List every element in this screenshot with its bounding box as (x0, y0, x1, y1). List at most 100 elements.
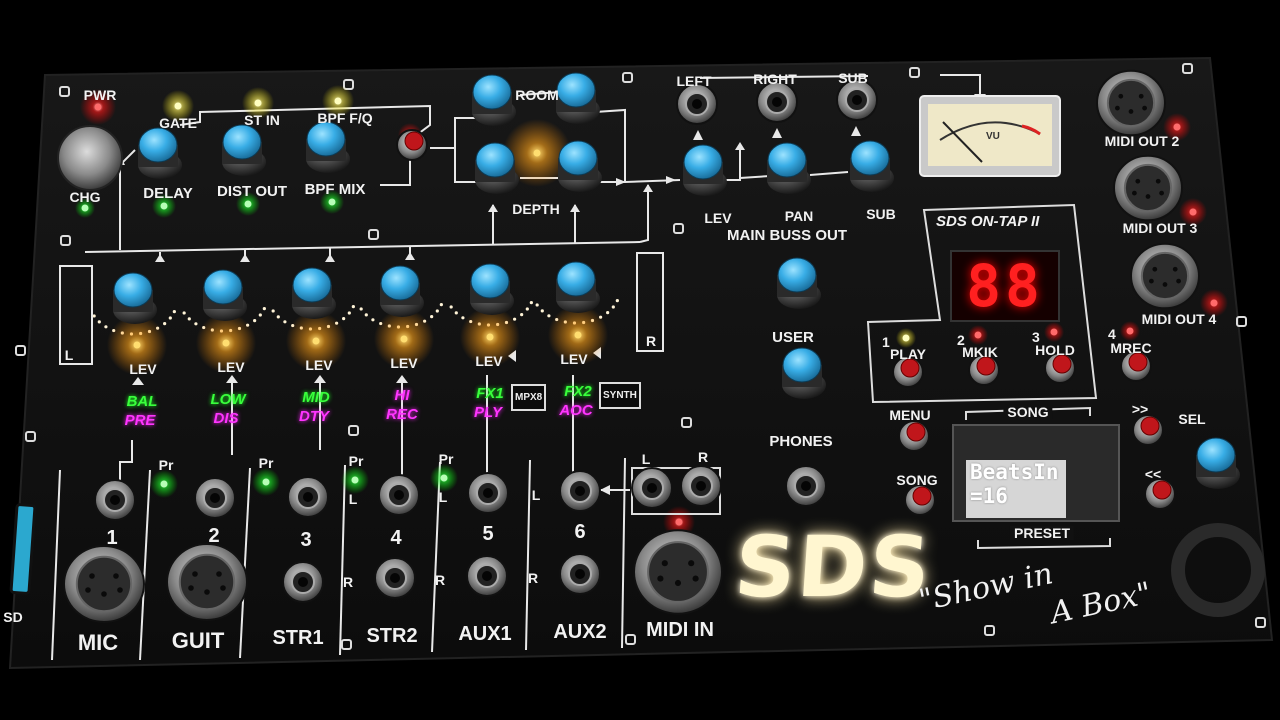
lcd-line-2: =16 (970, 484, 1008, 508)
main-buss-out-label: MAIN BUSS OUT (727, 227, 847, 244)
bpf-mix-label: BPF MIX (304, 181, 366, 198)
led-26 (968, 325, 988, 345)
button-bpf-toggle[interactable] (396, 129, 428, 161)
jack-sub-out[interactable] (836, 79, 878, 121)
main-pan-label: PAN (784, 208, 814, 224)
aux1-label: AUX1 (458, 623, 512, 645)
button-rew[interactable] (1144, 478, 1176, 510)
midi-out-4-label: MIDI OUT 4 (1141, 311, 1217, 327)
seven-segment-display: 88 (950, 250, 1060, 322)
l-label-aux2: L (531, 487, 541, 503)
meter-right-label: R (645, 333, 657, 349)
ff-label: >> (1131, 401, 1149, 417)
jack-ch5-r[interactable] (466, 555, 508, 597)
vu-label: VU (986, 131, 1000, 142)
song-button-label: SONG (896, 472, 938, 488)
r-label-aux2: R (527, 570, 539, 586)
xlr-mic[interactable] (63, 545, 145, 623)
mrec-label: MREC (1110, 340, 1152, 356)
st-in-label: ST IN (244, 112, 280, 128)
sd-label: SD (3, 609, 23, 625)
ch6-number: 6 (574, 521, 586, 543)
din-midi-out-2[interactable] (1096, 69, 1166, 137)
lcd-line-1: BeatsIn (970, 460, 1059, 484)
midi-l-label: L (641, 451, 651, 467)
ch2-magenta-label: DIS (213, 410, 239, 427)
led-28 (1120, 321, 1140, 341)
ontap-n4: 4 (1108, 326, 1116, 342)
pr-label-1: Pr (158, 457, 174, 473)
led-25 (896, 328, 916, 348)
jack-ch5-l[interactable] (467, 472, 509, 514)
bpf-fq-label: BPF F/Q (317, 110, 373, 126)
ch2-number: 2 (208, 525, 220, 547)
delay-label: DELAY (143, 185, 193, 202)
r-label-aux: R (434, 572, 446, 588)
user-label: USER (772, 329, 814, 346)
guit-label: GUIT (171, 628, 225, 653)
jack-midi-l[interactable] (631, 467, 673, 509)
meter-left-label: L (64, 347, 74, 363)
ch6-lev-label: LEV (560, 351, 588, 367)
jack-ch4-l[interactable] (378, 474, 420, 516)
jack-phones[interactable] (785, 465, 827, 507)
din-midi-out-4[interactable] (1130, 242, 1200, 310)
ontap-n1: 1 (882, 334, 890, 350)
left-out-label: LEFT (676, 73, 712, 89)
pr-label-3: Pr (348, 453, 364, 469)
str1-label: STR1 (272, 627, 324, 649)
ch6-magenta-label: AOC (559, 402, 593, 419)
power-switch[interactable] (57, 125, 123, 191)
ch4-rec-label: REC (386, 406, 418, 423)
l-label-str: L (348, 491, 358, 507)
ch6-green-label: FX2 (564, 383, 592, 400)
ch4-magenta-label: HI (394, 387, 410, 404)
l-label-aux: L (438, 489, 448, 505)
midi-r-label: R (697, 449, 709, 465)
mkik-label: MKIK (962, 344, 998, 360)
jack-midi-r[interactable] (680, 465, 722, 507)
jack-ch6-r[interactable] (559, 553, 601, 595)
ch1-lev-label: LEV (129, 361, 157, 377)
main-lev-label: LEV (704, 210, 732, 226)
ch1-number: 1 (106, 527, 118, 549)
xlr-guit[interactable] (166, 543, 248, 621)
jack-ch6-l[interactable] (559, 470, 601, 512)
jack-ch4-r[interactable] (374, 557, 416, 599)
button-ff[interactable] (1132, 414, 1164, 446)
play-label: PLAY (889, 346, 927, 362)
str2-label: STR2 (366, 625, 418, 647)
ontap-title: SDS ON-TAP II (936, 213, 1040, 230)
led-18 (252, 468, 280, 496)
depth-label: DEPTH (512, 201, 560, 217)
pr-label-4: Pr (438, 451, 454, 467)
jack-ch3-r[interactable] (282, 561, 324, 603)
ch5-lev-label: LEV (475, 353, 503, 369)
ch4-lev-label: LEV (390, 355, 418, 371)
synth-tag: SYNTH (599, 382, 641, 409)
pr-label-2: Pr (258, 455, 274, 471)
sub-out-label: SUB (838, 70, 868, 86)
ch2-green-label: LOW (210, 391, 246, 408)
led-19 (341, 466, 369, 494)
button-song[interactable] (904, 484, 936, 516)
ch1-magenta-label: PRE (124, 412, 156, 429)
rew-label: << (1144, 466, 1162, 482)
jack-ch2[interactable] (194, 477, 236, 519)
led-20 (430, 464, 458, 492)
room-label: ROOM (515, 87, 559, 103)
button-menu[interactable] (898, 420, 930, 452)
ch4-number: 4 (390, 527, 402, 549)
right-out-label: RIGHT (753, 71, 797, 87)
jack-ch1[interactable] (94, 479, 136, 521)
jack-left-out[interactable] (676, 83, 718, 125)
jack-right-out[interactable] (756, 81, 798, 123)
din-midi-out-3[interactable] (1113, 154, 1183, 222)
ch3-number: 3 (300, 529, 312, 551)
midi-in-label: MIDI IN (646, 619, 714, 641)
hold-label: HOLD (1035, 342, 1075, 358)
sel-label: SEL (1178, 411, 1206, 427)
jack-ch3-l[interactable] (287, 476, 329, 518)
din-midi-in[interactable] (633, 529, 723, 615)
ch3-magenta-label: DTY (299, 408, 329, 425)
